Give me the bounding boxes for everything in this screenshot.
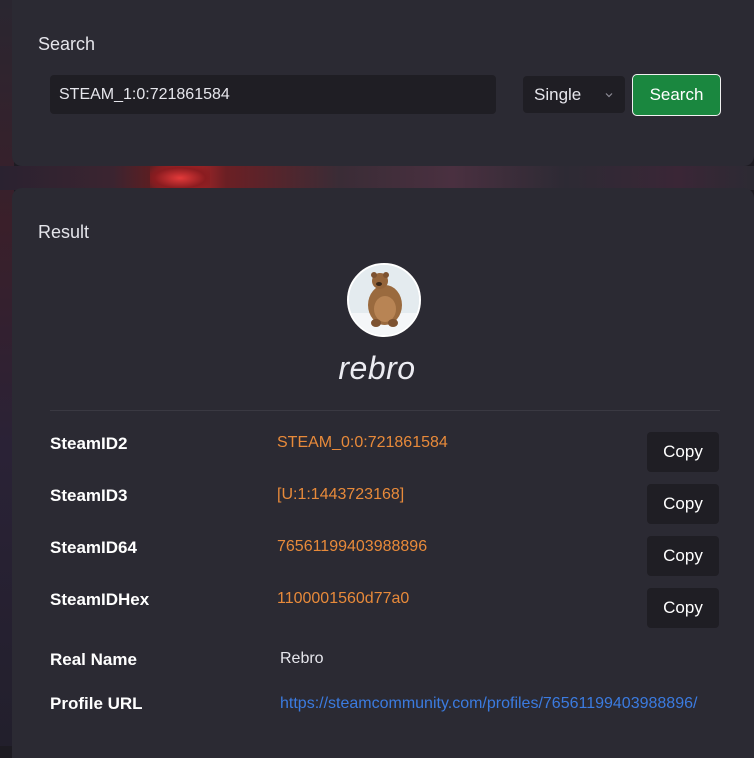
steamidhex-label: SteamIDHex <box>50 590 150 609</box>
search-mode-value: Single <box>534 84 582 104</box>
steamid2-value: STEAM_0:0:721861584 <box>277 434 448 451</box>
steamid64-label: SteamID64 <box>50 538 137 557</box>
real-name-value: Rebro <box>280 650 324 667</box>
search-button[interactable]: Search <box>632 74 721 116</box>
avatar <box>347 263 421 337</box>
copy-steamid2-button[interactable]: Copy <box>647 432 719 472</box>
profile-url-label: Profile URL <box>50 694 143 713</box>
chevron-down-icon <box>605 92 613 97</box>
profile-username: rebro <box>338 350 416 386</box>
steamid2-label: SteamID2 <box>50 434 128 453</box>
copy-steamid64-button[interactable]: Copy <box>647 536 719 576</box>
background-banner <box>0 166 754 190</box>
steamidhex-value: 1100001560d77a0 <box>277 590 410 607</box>
steamid3-label: SteamID3 <box>50 486 128 505</box>
copy-steamidhex-button[interactable]: Copy <box>647 588 719 628</box>
bear-avatar-image <box>349 265 419 335</box>
real-name-label: Real Name <box>50 650 137 669</box>
search-mode-select[interactable]: Single <box>523 76 625 113</box>
divider <box>50 410 720 411</box>
copy-steamid3-button[interactable]: Copy <box>647 484 719 524</box>
search-heading: Search <box>38 34 96 54</box>
result-heading: Result <box>38 222 90 242</box>
profile-url-link[interactable]: https://steamcommunity.com/profiles/7656… <box>280 692 720 715</box>
steamid64-value: 76561199403988896 <box>277 538 428 555</box>
steamid-search-input[interactable] <box>50 75 496 114</box>
steamid3-value: [U:1:1443723168] <box>277 486 405 503</box>
